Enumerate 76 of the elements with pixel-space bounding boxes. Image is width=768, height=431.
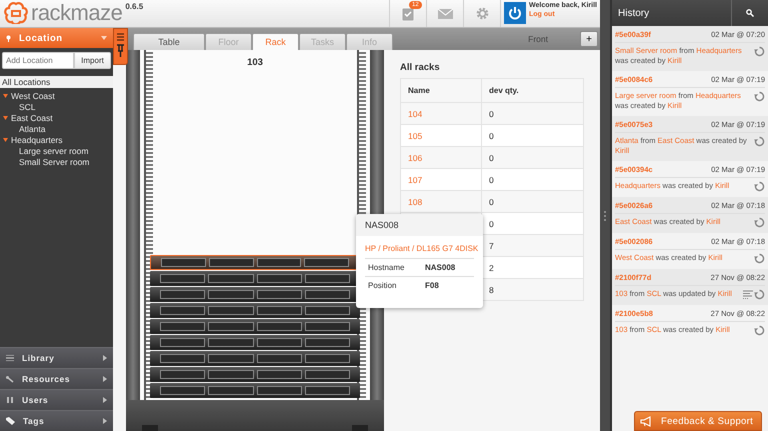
- rack-title: 103: [246, 57, 264, 68]
- nav-item[interactable]: Resources: [0, 368, 113, 389]
- rack-link[interactable]: 108: [400, 190, 482, 212]
- details-icon[interactable]: [743, 290, 753, 299]
- tree-item[interactable]: Large server room: [0, 145, 113, 156]
- tab[interactable]: Rack: [252, 33, 299, 50]
- import-button[interactable]: Import: [74, 52, 111, 69]
- users-icon: [6, 397, 14, 403]
- table-title: All racks: [400, 62, 441, 73]
- rack-link[interactable]: 106: [400, 146, 482, 168]
- server-unit[interactable]: [150, 335, 360, 350]
- chevron-down-icon: [101, 36, 107, 40]
- location-header[interactable]: Location: [0, 28, 113, 48]
- table-cell: 8: [482, 278, 584, 300]
- list-icon: [6, 355, 14, 361]
- tree-item[interactable]: Atlanta: [0, 123, 113, 134]
- sidebar-toggle[interactable]: [113, 28, 128, 65]
- chevron-icon: [103, 397, 107, 403]
- tooltip-title: NAS008: [356, 214, 483, 236]
- column-header: dev qty.: [482, 78, 584, 102]
- server-unit[interactable]: [150, 351, 360, 366]
- nav-item[interactable]: Tags: [0, 410, 113, 431]
- pin-icon: [6, 34, 11, 42]
- revert-icon[interactable]: [754, 217, 765, 228]
- chevron-icon: [103, 376, 107, 382]
- search-icon: [746, 9, 754, 17]
- field-label: Hostname: [368, 263, 406, 272]
- feedback-button[interactable]: Feedback & Support: [634, 411, 762, 431]
- caret-icon: [3, 116, 8, 120]
- revert-icon[interactable]: [754, 46, 765, 57]
- logo-text: rackmaze: [31, 2, 122, 24]
- tree-item[interactable]: SCL: [0, 101, 113, 112]
- revert-icon[interactable]: [754, 325, 765, 336]
- field-value: NAS008: [425, 263, 456, 272]
- nav-item[interactable]: Users: [0, 389, 113, 410]
- power-icon: [508, 6, 522, 20]
- add-button[interactable]: +: [580, 31, 598, 47]
- all-locations-item[interactable]: All Locations: [0, 76, 113, 88]
- table-cell: 7: [482, 234, 584, 256]
- tree-item[interactable]: Small Server room: [0, 156, 113, 167]
- revert-icon[interactable]: [754, 136, 765, 147]
- server-unit[interactable]: [150, 367, 360, 382]
- field-label: Position: [368, 281, 398, 290]
- panel-title: History: [617, 6, 650, 20]
- server-unit[interactable]: [150, 319, 360, 334]
- version-label: 0.6.5: [125, 2, 144, 11]
- chevron-icon: [103, 418, 107, 424]
- server-unit[interactable]: [150, 383, 360, 398]
- tree-item[interactable]: West Coast: [0, 90, 113, 101]
- view-side-label: Front: [528, 34, 548, 44]
- caret-icon: [3, 94, 8, 98]
- tree-item[interactable]: Headquarters: [0, 134, 113, 145]
- table-cell: 0: [482, 102, 584, 124]
- add-location-field[interactable]: Add Location: [2, 52, 74, 69]
- column-header: Name: [400, 78, 482, 102]
- server-unit[interactable]: [150, 303, 360, 318]
- rack-link[interactable]: 104: [400, 102, 482, 124]
- revert-icon[interactable]: [754, 289, 765, 300]
- nav-item[interactable]: Library: [0, 347, 113, 368]
- model-link[interactable]: HP / Proliant / DL165 G7 4DISK: [356, 236, 483, 258]
- caret-icon: [3, 138, 8, 142]
- table-cell: 0: [482, 190, 584, 212]
- tag-icon: [6, 417, 15, 425]
- revert-icon[interactable]: [754, 91, 765, 102]
- wrench-icon: [6, 376, 14, 382]
- field-value: F08: [425, 281, 439, 290]
- revert-icon[interactable]: [754, 253, 765, 264]
- chevron-icon: [103, 355, 107, 361]
- table-cell: 0: [482, 146, 584, 168]
- revert-icon[interactable]: [754, 181, 765, 192]
- mail-icon[interactable]: [438, 8, 452, 18]
- logo-icon: [4, 2, 28, 24]
- clipboard-icon[interactable]: [402, 6, 414, 20]
- settings-icon[interactable]: [476, 7, 488, 20]
- tab[interactable]: Table: [133, 33, 205, 50]
- tree-item[interactable]: East Coast: [0, 112, 113, 123]
